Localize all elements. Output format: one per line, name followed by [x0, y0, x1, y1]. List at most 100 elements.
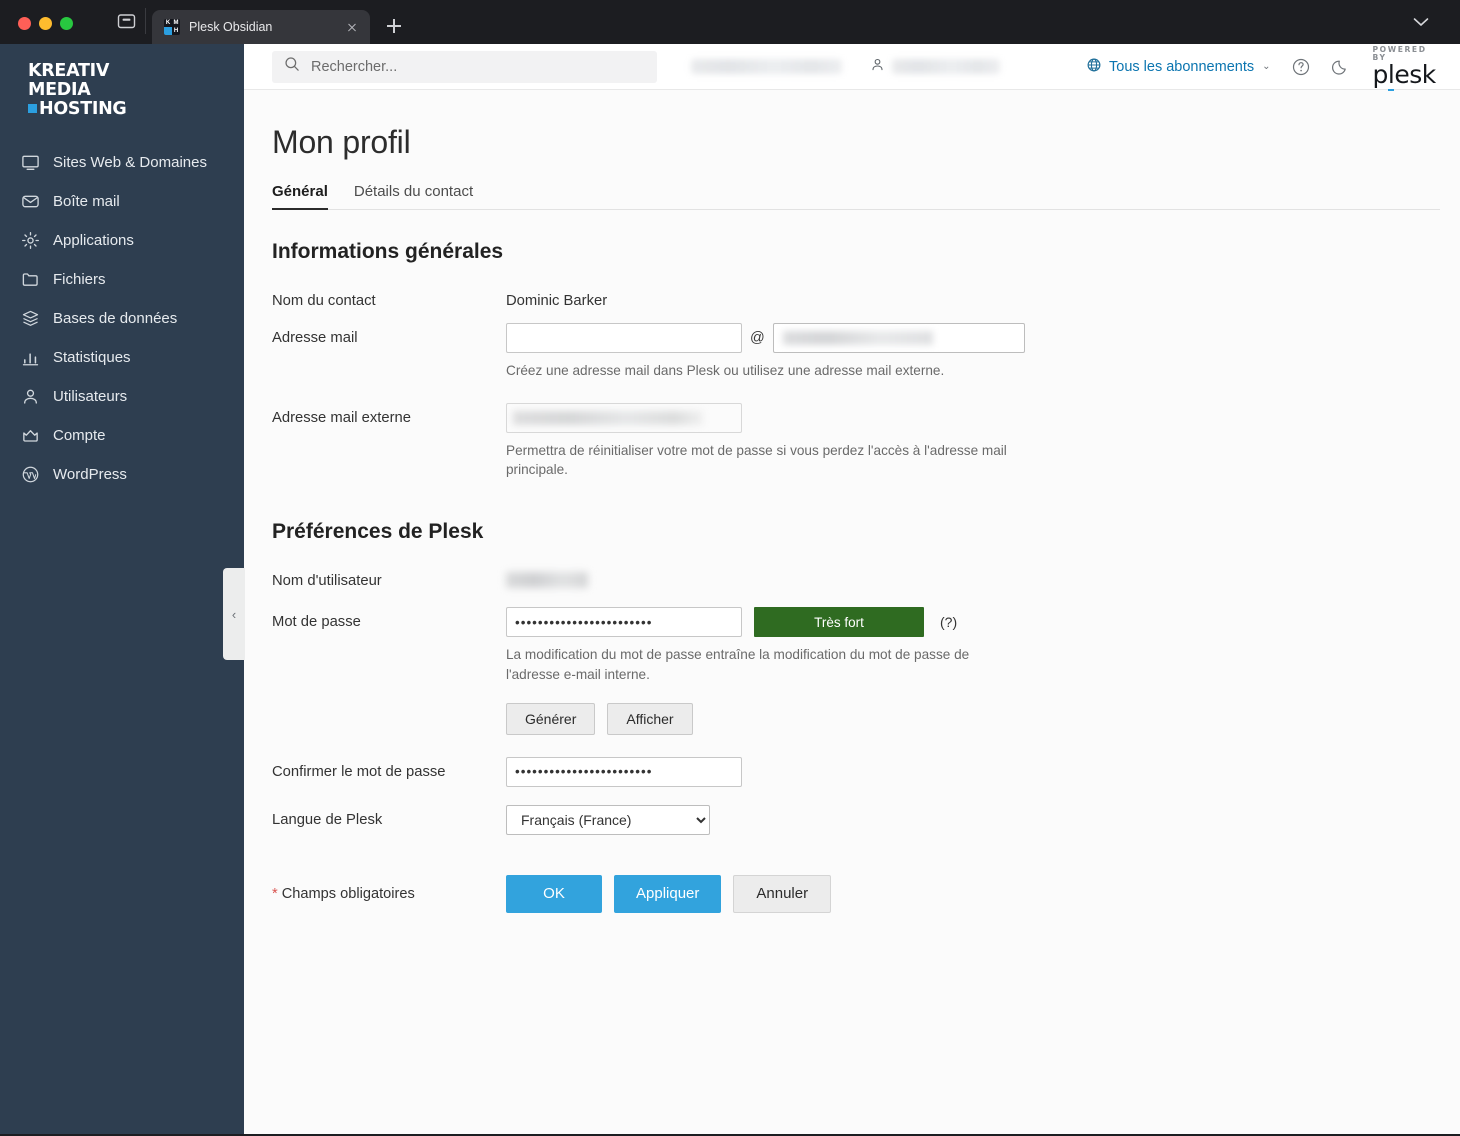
- show-password-button[interactable]: Afficher: [607, 702, 693, 735]
- field-row-confirm-password: Confirmer le mot de passe: [272, 756, 1460, 787]
- account-name-redacted: [691, 59, 843, 74]
- plesk-app: KREATIV MEDIA HOSTING Sites Web & Domain…: [0, 44, 1460, 1134]
- username-label: Nom d'utilisateur: [272, 573, 382, 590]
- username-value-redacted: [506, 572, 588, 589]
- confirm-password-input[interactable]: [506, 756, 742, 787]
- globe-icon: [1086, 57, 1102, 77]
- crown-icon: [20, 426, 40, 446]
- database-icon: [20, 309, 40, 329]
- contact-name-label: Nom du contact: [272, 293, 376, 309]
- browser-tabstrip: KMH Plesk Obsidian: [0, 0, 1460, 44]
- logo-square-icon: [28, 104, 37, 113]
- window-controls: [0, 17, 73, 44]
- browser-tab[interactable]: KMH Plesk Obsidian: [152, 10, 370, 44]
- sidebar-item-label: Compte: [53, 427, 106, 444]
- sidebar-item-compte[interactable]: Compte: [0, 416, 244, 455]
- sidebar-item-bases-de-donnees[interactable]: Bases de données: [0, 299, 244, 338]
- subscriptions-selector[interactable]: Tous les abonnements ⌄: [1086, 57, 1271, 77]
- password-strength-badge: Très fort: [754, 607, 924, 638]
- language-select[interactable]: Français (France): [506, 804, 710, 835]
- field-row-contact-name: Nom du contact Dominic Barker: [272, 286, 1460, 309]
- plesk-logo[interactable]: POWERED BY plesk: [1372, 44, 1436, 92]
- sidebar-item-sites-web-domaines[interactable]: Sites Web & Domaines: [0, 143, 244, 182]
- apply-button[interactable]: Appliquer: [614, 874, 722, 913]
- email-hint: Créez une adresse mail dans Plesk ou uti…: [506, 363, 945, 378]
- sidebar-item-fichiers[interactable]: Fichiers: [0, 260, 244, 299]
- tab-general[interactable]: Général: [272, 183, 328, 210]
- user-name-redacted: [892, 59, 1001, 74]
- sidebar-item-label: Applications: [53, 232, 134, 249]
- close-icon[interactable]: [344, 19, 360, 35]
- chevron-down-icon: ⌄: [1262, 61, 1271, 72]
- help-circle-icon[interactable]: [1291, 56, 1311, 78]
- ok-button[interactable]: OK: [506, 874, 602, 913]
- page-content: Mon profil Général Détails du contact In…: [244, 90, 1460, 1134]
- sidebar-nav: Sites Web & Domaines Boîte mail Applicat…: [0, 143, 244, 494]
- brand-logo[interactable]: KREATIV MEDIA HOSTING: [0, 52, 244, 133]
- required-fields-note: * Champs obligatoires: [272, 886, 506, 902]
- tab-title: Plesk Obsidian: [189, 20, 273, 34]
- sidebar-item-wordpress[interactable]: WordPress: [0, 455, 244, 494]
- sidebar-collapse-handle[interactable]: ‹: [223, 568, 245, 660]
- sidebar: KREATIV MEDIA HOSTING Sites Web & Domain…: [0, 44, 245, 1134]
- current-user[interactable]: [870, 57, 1001, 77]
- close-window-button[interactable]: [18, 17, 31, 30]
- password-hint: La modification du mot de passe entraîne…: [506, 647, 970, 682]
- confirm-password-label: Confirmer le mot de passe: [272, 763, 446, 780]
- password-input[interactable]: [506, 607, 742, 638]
- main-area: Tous les abonnements ⌄ POWERED BY plesk …: [244, 44, 1460, 1134]
- search-box[interactable]: [272, 50, 658, 83]
- envelope-icon: [20, 192, 40, 212]
- form-buttons: OK Appliquer Annuler: [506, 874, 1460, 913]
- maximize-window-button[interactable]: [60, 17, 73, 30]
- folder-icon: [20, 270, 40, 290]
- user-icon: [870, 57, 885, 77]
- page-title: Mon profil: [272, 124, 411, 160]
- minimize-window-button[interactable]: [39, 17, 52, 30]
- user-icon: [20, 387, 40, 407]
- gear-icon: [20, 231, 40, 251]
- sidebar-item-label: Statistiques: [53, 349, 131, 366]
- email-domain-wrap[interactable]: [772, 323, 1025, 353]
- external-email-hint: Permettra de réinitialiser votre mot de …: [506, 442, 1007, 478]
- tab-details-du-contact[interactable]: Détails du contact: [354, 183, 473, 209]
- external-email-input[interactable]: [506, 402, 742, 433]
- powered-by-label: POWERED BY: [1372, 44, 1427, 62]
- field-row-username: Nom d'utilisateur: [272, 566, 1460, 589]
- logo-line-1: KREATIV: [28, 61, 110, 81]
- plesk-logo-p: p: [1372, 60, 1389, 90]
- section-title-general: Informations générales: [272, 240, 504, 263]
- sidebar-toggle-icon[interactable]: [113, 8, 139, 34]
- email-domain-select[interactable]: [772, 323, 1025, 353]
- moon-icon[interactable]: [1331, 56, 1351, 78]
- sidebar-item-boite-mail[interactable]: Boîte mail: [0, 182, 244, 221]
- email-local-input[interactable]: [506, 323, 742, 353]
- sidebar-item-label: Sites Web & Domaines: [53, 154, 207, 171]
- logo-line-3: HOSTING: [39, 99, 127, 119]
- chevron-down-icon[interactable]: [1408, 10, 1434, 34]
- external-email-label: Adresse mail externe: [272, 409, 411, 426]
- browser-window: KMH Plesk Obsidian KREATIV MEDIA HOSTING: [0, 0, 1460, 1136]
- page-tabs: Général Détails du contact: [272, 183, 1440, 210]
- cancel-button[interactable]: Annuler: [733, 874, 832, 913]
- sidebar-item-label: Fichiers: [53, 271, 106, 288]
- generate-password-button[interactable]: Générer: [506, 702, 596, 735]
- topbar: Tous les abonnements ⌄ POWERED BY plesk: [244, 44, 1460, 92]
- sidebar-item-applications[interactable]: Applications: [0, 221, 244, 260]
- wordpress-icon: [20, 465, 40, 485]
- field-row-language: Langue de Plesk Français (France): [272, 804, 1460, 835]
- password-help-icon[interactable]: (?): [940, 614, 957, 630]
- field-row-password: Mot de passe Très fort (?) La modificati…: [272, 607, 1460, 735]
- form-actions-row: * Champs obligatoires OK Appliquer Annul…: [272, 874, 1460, 913]
- search-icon: [284, 56, 300, 77]
- search-input[interactable]: [309, 57, 646, 76]
- new-tab-button[interactable]: [380, 12, 408, 40]
- logo-line-2: MEDIA: [28, 80, 91, 100]
- tabstrip-divider: [145, 8, 146, 34]
- email-label: Adresse mail: [272, 330, 358, 346]
- sidebar-item-statistiques[interactable]: Statistiques: [0, 338, 244, 377]
- at-symbol: @: [750, 330, 765, 346]
- sidebar-item-label: Boîte mail: [53, 193, 120, 210]
- sidebar-item-utilisateurs[interactable]: Utilisateurs: [0, 377, 244, 416]
- tab-favicon-icon: KMH: [164, 19, 180, 35]
